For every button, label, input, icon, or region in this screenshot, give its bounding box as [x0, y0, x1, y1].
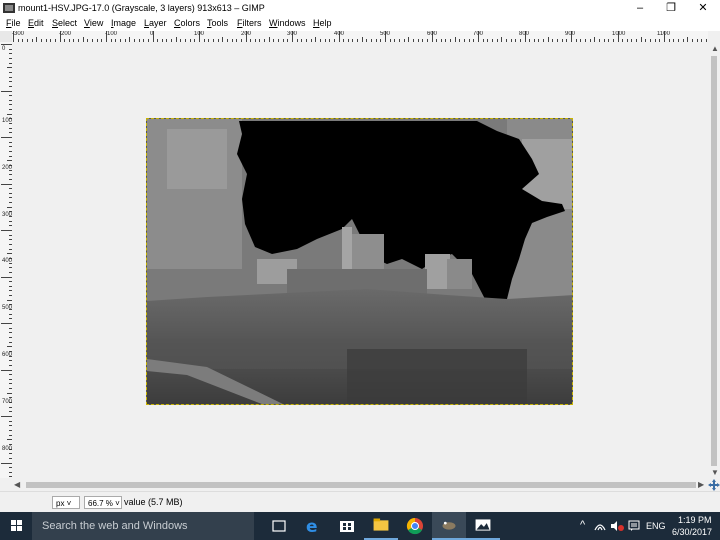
chrome-icon[interactable]	[398, 512, 432, 540]
menu-file[interactable]: File	[6, 18, 21, 28]
ruler-tick	[1, 276, 12, 278]
ruler-label: 800	[2, 446, 13, 452]
ruler-label: 400	[2, 258, 13, 264]
ruler-label: 600	[2, 352, 13, 358]
gimp-icon	[3, 3, 15, 13]
windows-start-icon[interactable]	[0, 512, 32, 540]
store-icon[interactable]	[330, 512, 364, 540]
ruler-tick	[1, 44, 12, 45]
restore-button[interactable]: ❐	[656, 0, 686, 17]
menu-select[interactable]: Select	[52, 18, 77, 28]
menu-view[interactable]: View	[84, 18, 103, 28]
status-bar: px ˅ 66.7 % ˅ value (5.7 MB)	[0, 491, 720, 513]
wifi-icon[interactable]	[594, 520, 606, 532]
horizontal-scroll-thumb[interactable]	[26, 482, 696, 488]
file-explorer-icon[interactable]	[364, 512, 398, 540]
ruler-label: -200	[59, 31, 72, 37]
chevron-down-icon: ˅	[112, 499, 120, 508]
scroll-left-icon[interactable]: ◀	[14, 480, 20, 489]
zoom-value: 66.7 %	[88, 499, 113, 508]
navigate-icon[interactable]	[708, 479, 720, 491]
ruler-label: 1000	[612, 31, 626, 37]
scroll-right-icon[interactable]: ▶	[698, 480, 704, 489]
action-center-icon[interactable]	[628, 520, 640, 532]
ruler-label: 900	[565, 31, 576, 37]
menu-edit[interactable]: Edit	[28, 18, 44, 28]
ruler-label: 400	[334, 31, 345, 37]
clock-date[interactable]: 6/30/2017	[672, 527, 712, 537]
menu-help[interactable]: Help	[313, 18, 332, 28]
scroll-up-icon[interactable]: ▲	[711, 44, 719, 53]
gimp-taskbar-icon[interactable]	[432, 512, 466, 540]
ruler-label: 500	[380, 31, 391, 37]
chevron-down-icon: ˅	[64, 499, 72, 508]
title-bar: mount1-HSV.JPG-17.0 (Grayscale, 3 layers…	[0, 0, 720, 17]
image-layer[interactable]	[146, 118, 573, 405]
task-view-icon[interactable]	[262, 512, 296, 540]
ruler-label: 100	[194, 31, 205, 37]
menu-layer[interactable]: Layer	[144, 18, 167, 28]
horizontal-scrollbar[interactable]: ◀ ▶	[12, 479, 708, 491]
ruler-tick	[1, 369, 12, 371]
ruler-label: 300	[287, 31, 298, 37]
ruler-label: 700	[473, 31, 484, 37]
ruler-label: 300	[2, 212, 13, 218]
edge-icon[interactable]: e	[296, 512, 330, 540]
taskbar-search-input[interactable]: Search the web and Windows	[32, 512, 254, 540]
ruler-tick	[1, 90, 12, 92]
language-indicator[interactable]: ENG	[646, 521, 666, 531]
ruler-label: -300	[12, 31, 25, 37]
close-button[interactable]: ✕	[688, 0, 718, 17]
ruler-label: 800	[519, 31, 530, 37]
menu-colors[interactable]: Colors	[174, 18, 200, 28]
photos-icon[interactable]	[466, 512, 500, 540]
ruler-label: 200	[2, 165, 13, 171]
unit-select[interactable]: px ˅	[52, 496, 80, 509]
ruler-label: 1100	[657, 31, 670, 37]
vertical-scrollbar[interactable]: ▲ ▼	[708, 42, 720, 478]
ruler-tick	[1, 416, 12, 417]
menu-image[interactable]: Image	[111, 18, 136, 28]
menu-windows[interactable]: Windows	[269, 18, 306, 28]
ruler-tick	[1, 462, 12, 464]
ruler-label: 700	[2, 399, 13, 405]
ruler-tick	[1, 137, 12, 138]
minimize-button[interactable]: –	[625, 0, 655, 17]
volume-muted-icon[interactable]	[610, 520, 624, 532]
menu-bar: File Edit Select View Image Layer Colors…	[0, 17, 720, 31]
grayscale-photo	[147, 119, 572, 404]
menu-filters[interactable]: Filters	[237, 18, 262, 28]
ruler-label: 100	[2, 118, 13, 124]
ruler-label: 0	[150, 31, 154, 37]
scroll-down-icon[interactable]: ▼	[711, 468, 719, 477]
ruler-tick	[1, 323, 12, 324]
ruler-label: 200	[241, 31, 252, 37]
taskbar: Search the web and Windows e ^ ENG 1:19 …	[0, 512, 720, 540]
ruler-tick	[1, 183, 12, 185]
ruler-label: -100	[105, 31, 118, 37]
ruler-tick	[1, 230, 12, 231]
clock-time[interactable]: 1:19 PM	[678, 515, 712, 525]
status-info: value (5.7 MB)	[124, 497, 183, 507]
svg-text:e: e	[306, 517, 318, 537]
chevron-up-icon[interactable]: ^	[580, 519, 585, 531]
ruler-label: 500	[2, 305, 13, 311]
ruler-label: 0	[2, 46, 6, 52]
zoom-select[interactable]: 66.7 % ˅	[84, 496, 122, 509]
ruler-label: 600	[427, 31, 438, 37]
vertical-scroll-thumb[interactable]	[711, 56, 717, 466]
menu-tools[interactable]: Tools	[207, 18, 228, 28]
window-title: mount1-HSV.JPG-17.0 (Grayscale, 3 layers…	[18, 3, 265, 13]
